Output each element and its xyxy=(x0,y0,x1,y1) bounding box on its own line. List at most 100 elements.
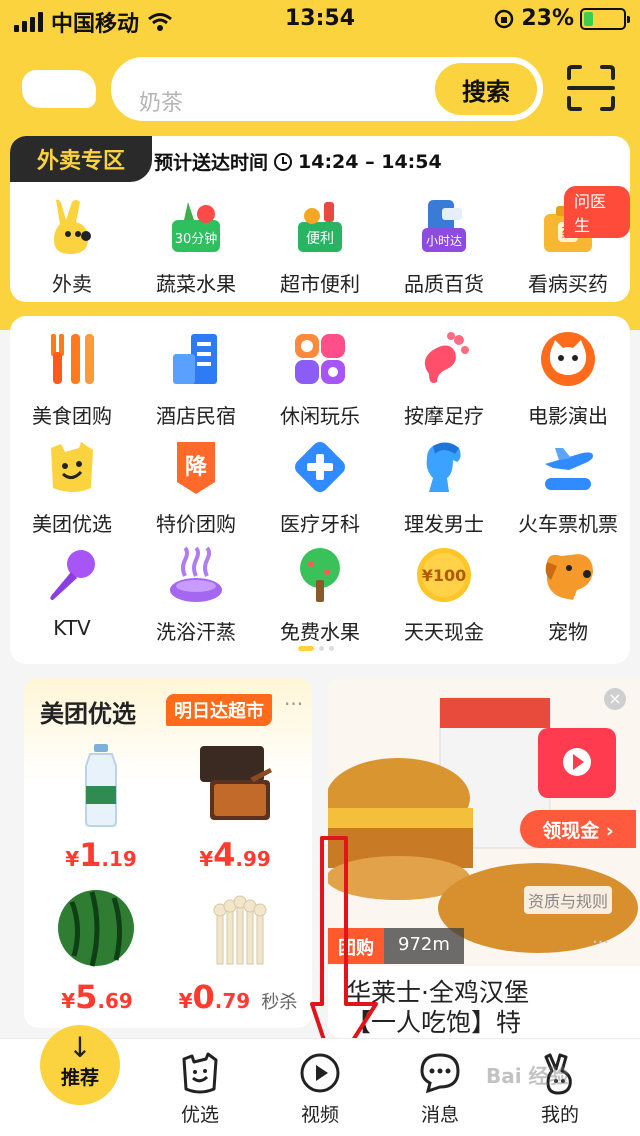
category-label: 休闲玩乐 xyxy=(280,404,360,428)
product-item[interactable]: ¥5.69 xyxy=(30,882,164,1016)
category-item[interactable]: 医疗牙科 xyxy=(258,438,382,546)
category-label: 美团优选 xyxy=(32,512,112,536)
category-label: 酒店民宿 xyxy=(156,404,236,428)
tab-label: 消息 xyxy=(420,1104,459,1126)
hotel-icon xyxy=(173,334,217,384)
watermelon-image xyxy=(58,890,134,967)
category-label: 特价团购 xyxy=(156,512,236,536)
category-label: 免费水果 xyxy=(280,620,360,644)
category-item[interactable]: 火车票机票 xyxy=(506,438,630,546)
category-section: 美食团购 酒店民宿 休闲玩乐 按摩足疗 电影演出 美团优选 降 特价团购 医疗牙… xyxy=(10,316,630,664)
steam-bath-icon xyxy=(170,546,222,602)
chocolate-box-image xyxy=(200,746,272,820)
tab-youxuan[interactable]: 优选 xyxy=(150,1051,250,1127)
category-item[interactable]: ¥100 天天现金 xyxy=(382,546,506,654)
enoki-mushroom-image xyxy=(213,895,267,965)
watermark: Bai 经验 xyxy=(486,1064,569,1088)
app-logo xyxy=(22,70,96,108)
distance-label: 972m xyxy=(384,928,464,964)
product-price: ¥5.69 xyxy=(61,978,133,1016)
ad-title-line: 【一人吃饱】特 xyxy=(346,1008,522,1037)
supermarket-badge: 便利 xyxy=(306,231,334,247)
category-item[interactable]: 休闲玩乐 xyxy=(258,330,382,438)
smile-bag-icon xyxy=(182,1052,218,1094)
youxuan-title: 美团优选 xyxy=(40,700,136,728)
category-label: 按摩足疗 xyxy=(404,404,484,428)
battery-percent: 23% xyxy=(521,6,574,31)
promo-card[interactable]: × 领现金 › 资质与规则 团购 972m ··· 华莱士·全鸡汉堡 【一人吃饱… xyxy=(328,678,640,1038)
tab-recommend[interactable]: ↓ 推荐 xyxy=(40,1025,120,1105)
category-label: 电影演出 xyxy=(528,404,608,428)
product-item[interactable]: ¥0.79 秒杀 xyxy=(168,882,308,1016)
scan-icon[interactable] xyxy=(566,64,616,112)
takeout-item-supermarket[interactable]: 便利 超市便利 xyxy=(258,196,382,297)
more-icon[interactable]: ··· xyxy=(592,932,609,953)
category-item[interactable]: 宠物 xyxy=(506,546,630,654)
more-icon[interactable]: ··· xyxy=(284,692,303,716)
category-item[interactable]: 按摩足疗 xyxy=(382,330,506,438)
supermarket-icon: 便利 xyxy=(298,202,342,252)
search-button[interactable]: 搜索 xyxy=(435,63,537,115)
takeout-label: 超市便利 xyxy=(280,272,360,296)
category-item[interactable]: 美团优选 xyxy=(10,438,134,546)
tab-label: 视频 xyxy=(300,1104,339,1126)
orientation-lock-icon xyxy=(495,9,514,28)
youxuan-tag: 明日达超市 xyxy=(166,694,272,726)
product-item[interactable]: ¥1.19 xyxy=(34,740,168,874)
tab-label: 推荐 xyxy=(60,1067,99,1089)
veg-badge: 30分钟 xyxy=(175,231,218,247)
plane-icon xyxy=(545,448,593,490)
coin-icon: ¥100 xyxy=(417,548,471,602)
tree-icon xyxy=(300,548,340,602)
product-item[interactable]: ¥4.99 xyxy=(168,740,302,874)
page-indicator xyxy=(298,646,334,651)
get-cash-button[interactable]: 领现金 › xyxy=(520,810,636,848)
takeout-item-goods[interactable]: 小时达 品质百货 xyxy=(382,196,506,297)
takeout-items: 外卖 30分钟 蔬菜水果 便利 超市便利 小时达 品质百货 看病买药 xyxy=(10,196,630,297)
rules-link[interactable]: 资质与规则 xyxy=(524,886,613,914)
takeout-tag[interactable]: 外卖专区 xyxy=(10,136,152,182)
category-item[interactable]: 美食团购 xyxy=(10,330,134,438)
youxuan-card[interactable]: 美团优选 明日达超市 ··· ¥1.19 ¥4.99 ¥5.69 ¥0.79 秒… xyxy=(24,678,312,1028)
category-item[interactable]: 理发男士 xyxy=(382,438,506,546)
flash-sale-label: 秒杀 xyxy=(261,992,298,1013)
category-item[interactable]: 降 特价团购 xyxy=(134,438,258,546)
category-item[interactable]: 酒店民宿 xyxy=(134,330,258,438)
takeout-section: 外卖专区 预计送达时间 14:24 – 14:54 外卖 30分钟 蔬菜水果 便… xyxy=(10,136,630,302)
eta-label: 预计送达时间 xyxy=(154,152,269,174)
category-label: 天天现金 xyxy=(404,620,484,644)
ad-title-line: 华莱士·全鸡汉堡 xyxy=(346,978,529,1007)
chat-bubble-icon xyxy=(420,1053,460,1094)
play-icon xyxy=(300,1053,340,1093)
goods-badge: 小时达 xyxy=(426,234,462,248)
tab-label: 我的 xyxy=(540,1104,579,1126)
microphone-icon xyxy=(50,550,95,600)
phone-goods-icon: 小时达 xyxy=(422,200,466,252)
ad-title: 华莱士·全鸡汉堡 【一人吃饱】特 xyxy=(346,978,636,1038)
arrow-down-icon: ↓ xyxy=(68,1031,92,1064)
search-box[interactable]: 搜索 xyxy=(108,54,546,124)
leisure-icon xyxy=(295,334,345,384)
category-item[interactable]: 洗浴汗蒸 xyxy=(134,546,258,654)
category-item[interactable]: KTV xyxy=(10,546,134,654)
search-input[interactable] xyxy=(139,87,419,119)
takeout-label: 外卖 xyxy=(52,272,92,296)
product-price: ¥0.79 秒杀 xyxy=(178,978,298,1016)
category-label: 宠物 xyxy=(548,620,588,644)
clock-icon xyxy=(274,152,293,171)
status-right: 23% xyxy=(493,6,630,31)
group-buy-tag: 团购 972m xyxy=(328,928,464,964)
close-ad-button[interactable]: × xyxy=(604,688,626,710)
tab-video[interactable]: 视频 xyxy=(270,1051,370,1127)
status-bar: 中国移动 13:54 23% xyxy=(0,0,640,40)
ask-doctor-badge[interactable]: 问医生 xyxy=(564,186,630,238)
category-item[interactable]: 电影演出 xyxy=(506,330,630,438)
category-label: KTV xyxy=(53,616,91,640)
takeout-item-waimai[interactable]: 外卖 xyxy=(10,196,134,297)
vegetable-fruit-icon: 30分钟 xyxy=(172,202,220,252)
takeout-label: 品质百货 xyxy=(404,272,484,296)
category-label: 火车票机票 xyxy=(518,512,618,536)
tab-messages[interactable]: 消息 xyxy=(390,1051,490,1127)
category-item[interactable]: 免费水果 xyxy=(258,546,382,654)
takeout-item-vegetables[interactable]: 30分钟 蔬菜水果 xyxy=(134,196,258,297)
